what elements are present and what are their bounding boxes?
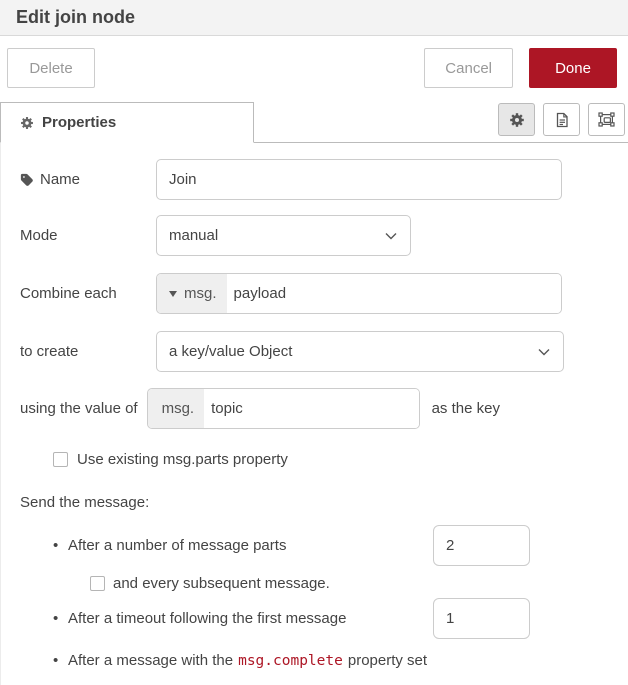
timeout-label: After a timeout following the first mess… (68, 610, 346, 627)
use-parts-row: Use existing msg.parts property (53, 451, 608, 468)
name-input[interactable] (156, 159, 562, 200)
property-type-label: msg. (184, 285, 217, 302)
bullet-marker (53, 610, 68, 627)
count-row: After a number of message parts (53, 525, 530, 566)
name-label: Name (20, 171, 156, 188)
to-create-select[interactable]: a key/value Object (156, 331, 564, 372)
gear-icon (509, 112, 525, 128)
mode-select[interactable]: manual (156, 215, 411, 256)
timeout-label-group: After a timeout following the first mess… (53, 610, 346, 627)
appearance-tab-button[interactable] (588, 103, 625, 136)
tab-icon-buttons (498, 102, 628, 142)
description-tab-button[interactable] (543, 103, 580, 136)
complete-row: After a message with the msg.complete pr… (53, 652, 530, 669)
msg-prefix-label: msg. (148, 389, 205, 428)
properties-tab-button[interactable] (498, 103, 535, 136)
bullet-marker (53, 537, 68, 554)
complete-label-group: After a message with the msg.complete pr… (53, 652, 427, 669)
count-label-group: After a number of message parts (53, 537, 286, 554)
mode-select-wrap: manual (156, 215, 411, 256)
mode-label: Mode (20, 227, 156, 244)
edit-join-node-dialog: Edit join node Delete Cancel Done Proper… (0, 0, 628, 685)
file-lines-icon (554, 112, 570, 128)
tab-bar: Properties (0, 100, 628, 143)
msg-complete-code: msg.complete (238, 653, 343, 669)
tab-properties-label: Properties (42, 114, 116, 131)
cancel-button[interactable]: Cancel (424, 48, 513, 88)
dialog-actions: Cancel Done (424, 48, 617, 88)
combine-each-row: Combine each msg. (20, 273, 608, 314)
name-row: Name (20, 159, 608, 200)
to-create-row: to create a key/value Object (20, 331, 608, 372)
gear-icon (20, 116, 34, 130)
mode-row: Mode manual (20, 215, 608, 256)
complete-label-pre: After a message with the (68, 652, 233, 669)
timeout-row: After a timeout following the first mess… (53, 598, 530, 639)
subsequent-row: and every subsequent message. (90, 575, 608, 592)
done-button[interactable]: Done (529, 48, 617, 88)
caret-down-icon (169, 291, 177, 297)
key-typed-input: msg. (147, 388, 420, 429)
combine-typed-input: msg. (156, 273, 562, 314)
count-label: After a number of message parts (68, 537, 286, 554)
use-parts-label: Use existing msg.parts property (77, 451, 288, 468)
use-parts-checkbox[interactable] (53, 452, 68, 467)
subsequent-checkbox[interactable] (90, 576, 105, 591)
object-group-icon (598, 111, 615, 128)
properties-form: Name Mode manual Combine each (0, 143, 628, 685)
tag-icon (20, 173, 34, 187)
combine-each-label: Combine each (20, 285, 156, 302)
bullet-marker (53, 652, 68, 669)
tab-properties[interactable]: Properties (0, 102, 254, 143)
complete-label-post: property set (348, 652, 427, 669)
timeout-input[interactable] (433, 598, 530, 639)
dialog-title: Edit join node (16, 7, 135, 28)
key-label: using the value of (20, 400, 138, 417)
dialog-button-bar: Delete Cancel Done (0, 36, 628, 100)
key-suffix-label: as the key (432, 400, 500, 417)
to-create-label: to create (20, 343, 156, 360)
key-property-input[interactable] (204, 389, 418, 428)
send-message-heading: Send the message: (20, 494, 608, 511)
subsequent-label: and every subsequent message. (113, 575, 330, 592)
property-type-button[interactable]: msg. (157, 274, 227, 313)
key-row: using the value of msg. as the key (20, 388, 608, 429)
dialog-header: Edit join node (0, 0, 628, 36)
combine-property-input[interactable] (227, 274, 561, 313)
to-create-select-wrap: a key/value Object (156, 331, 564, 372)
count-input[interactable] (433, 525, 530, 566)
delete-button[interactable]: Delete (7, 48, 95, 88)
